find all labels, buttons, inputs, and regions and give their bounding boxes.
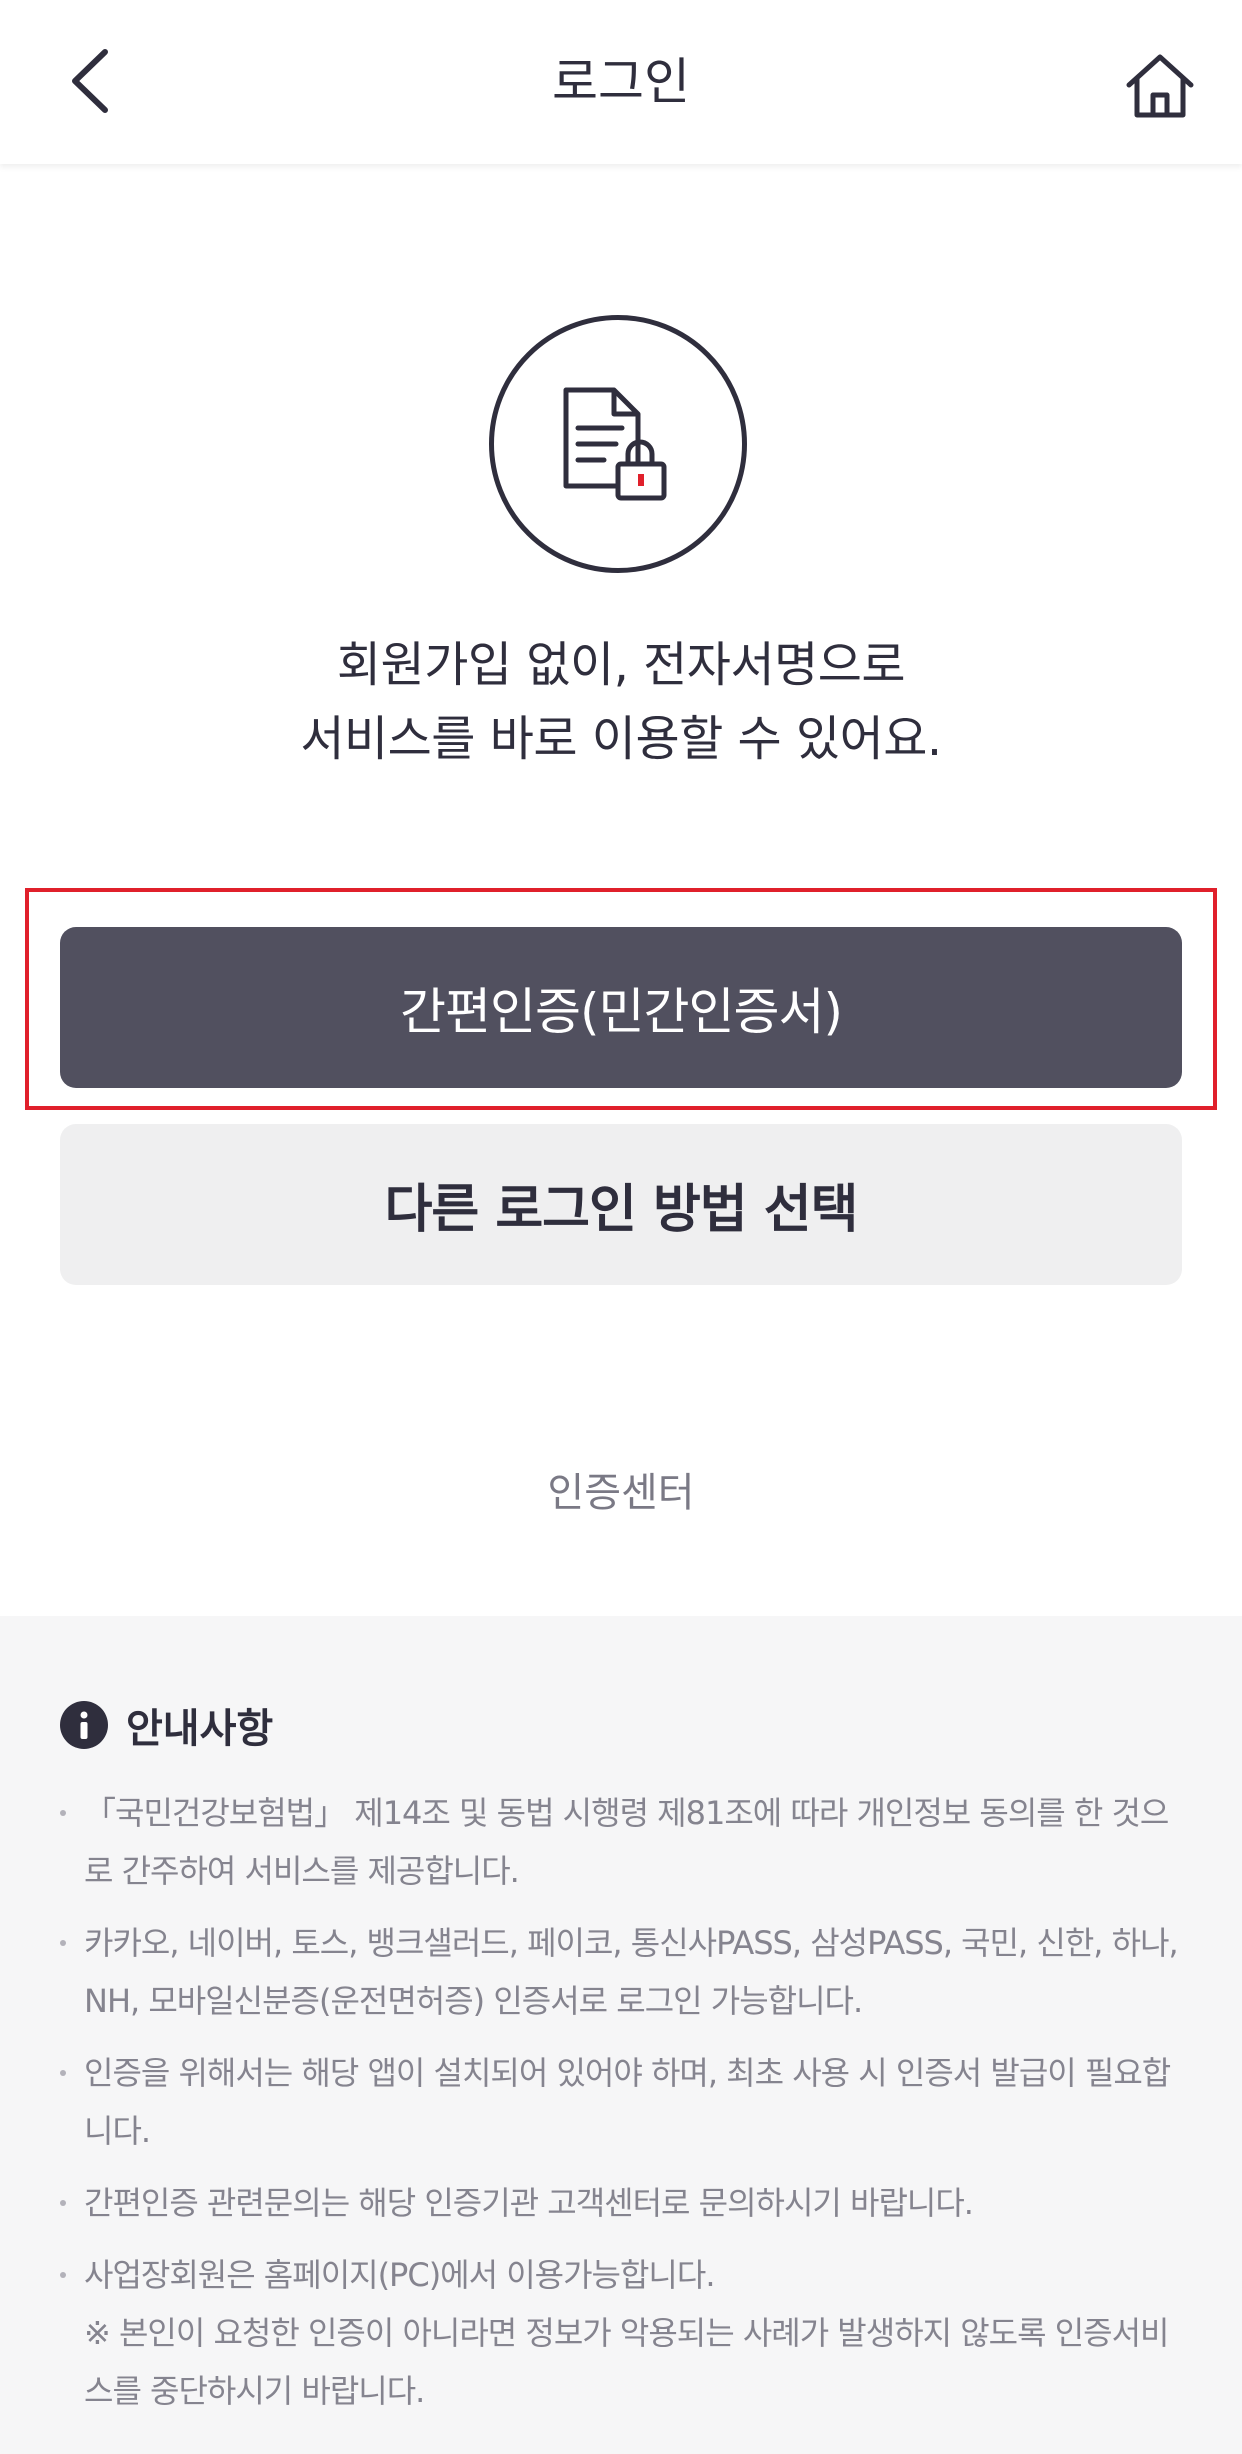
hero-line-1: 회원가입 없이, 전자서명으로 (336, 637, 906, 693)
notice-section: 안내사항 「국민건강보험법」 제14조 및 동법 시행령 제81조에 따라 개인… (0, 1616, 1242, 2454)
notice-item: 간편인증 관련문의는 해당 인증기관 고객센터로 문의하시기 바랍니다. (60, 2174, 1180, 2232)
bullet-icon (60, 2272, 66, 2278)
info-glyph-icon (80, 1711, 88, 1739)
notice-item: 인증을 위해서는 해당 앱이 설치되어 있어야 하며, 최초 사용 시 인증서 … (60, 2044, 1180, 2160)
notice-item-text: 인증을 위해서는 해당 앱이 설치되어 있어야 하며, 최초 사용 시 인증서 … (84, 2054, 1171, 2150)
notice-item-text: 사업장회원은 홈페이지(PC)에서 이용가능합니다. (84, 2256, 715, 2294)
notice-sub-note: ※ 본인이 요청한 인증이 아니라면 정보가 악용되는 사례가 발생하지 않도록… (84, 2314, 1170, 2410)
document-lock-icon (563, 387, 667, 501)
page-title: 로그인 (552, 53, 690, 111)
other-login-method-button[interactable]: 다른 로그인 방법 선택 (60, 1124, 1182, 1285)
notice-list: 「국민건강보험법」 제14조 및 동법 시행령 제81조에 따라 개인정보 동의… (60, 1784, 1180, 2434)
hero-icon-badge (489, 315, 747, 573)
app-header: 로그인 (0, 0, 1242, 164)
info-icon (60, 1701, 108, 1749)
notice-item: 카카오, 네이버, 토스, 뱅크샐러드, 페이코, 통신사PASS, 삼성PAS… (60, 1914, 1180, 2030)
home-icon (1126, 54, 1194, 118)
chevron-left-icon (72, 49, 108, 113)
notice-item: 「국민건강보험법」 제14조 및 동법 시행령 제81조에 따라 개인정보 동의… (60, 1784, 1180, 1900)
notice-item-text: 간편인증 관련문의는 해당 인증기관 고객센터로 문의하시기 바랍니다. (84, 2184, 974, 2222)
hero-line-2: 서비스를 바로 이용할 수 있어요. (300, 711, 942, 767)
bullet-icon (60, 1810, 66, 1816)
cert-center-link[interactable]: 인증센터 (0, 1460, 1242, 1518)
simple-auth-button[interactable]: 간편인증(민간인증서) (60, 927, 1182, 1088)
bullet-icon (60, 2070, 66, 2076)
bullet-icon (60, 1940, 66, 1946)
notice-item-text: 「국민건강보험법」 제14조 및 동법 시행령 제81조에 따라 개인정보 동의… (84, 1794, 1169, 1890)
bullet-icon (60, 2200, 66, 2206)
hero-description: 회원가입 없이, 전자서명으로 서비스를 바로 이용할 수 있어요. (0, 628, 1242, 776)
back-button[interactable] (44, 36, 134, 126)
notice-header: 안내사항 (60, 1696, 273, 1754)
notice-title: 안내사항 (126, 1706, 274, 1752)
notice-item-text: 카카오, 네이버, 토스, 뱅크샐러드, 페이코, 통신사PASS, 삼성PAS… (84, 1924, 1179, 2020)
home-button[interactable] (1110, 36, 1210, 136)
notice-item: 사업장회원은 홈페이지(PC)에서 이용가능합니다. ※ 본인이 요청한 인증이 … (60, 2246, 1180, 2420)
